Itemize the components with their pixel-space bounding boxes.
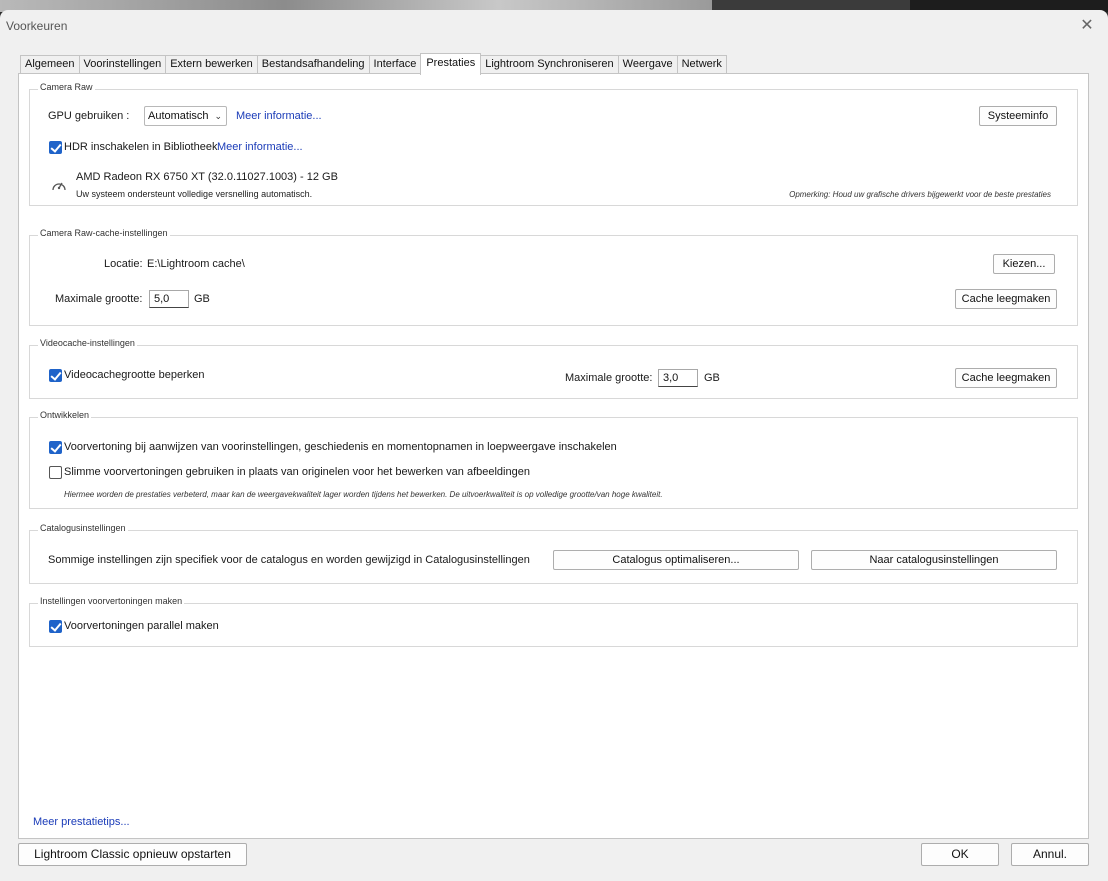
video-size-unit: GB xyxy=(704,372,720,384)
parallel-previews-label: Voorvertoningen parallel maken xyxy=(64,620,219,632)
video-purge-cache-button[interactable]: Cache leegmaken xyxy=(955,368,1057,388)
performance-tips-link[interactable]: Meer prestatietips... xyxy=(33,816,130,828)
catalog-description: Sommige instellingen zijn specifiek voor… xyxy=(48,554,530,566)
video-cache-title: Videocache-instellingen xyxy=(38,338,137,348)
driver-note: Opmerking: Houd uw grafische drivers bij… xyxy=(789,190,1051,199)
raw-cache-group: Camera Raw-cache-instellingen Locatie: E… xyxy=(29,228,1078,326)
raw-cache-title: Camera Raw-cache-instellingen xyxy=(38,228,170,238)
video-max-size-input[interactable]: 3,0 xyxy=(658,369,698,387)
hdr-info-link[interactable]: Meer informatie... xyxy=(217,141,303,153)
catalog-settings-button[interactable]: Naar catalogusinstellingen xyxy=(811,550,1057,570)
raw-purge-cache-button[interactable]: Cache leegmaken xyxy=(955,289,1057,309)
raw-max-size-input[interactable]: 5,0 xyxy=(149,290,189,308)
hover-preview-label: Voorvertoning bij aanwijzen van voorinst… xyxy=(64,441,617,453)
ok-button[interactable]: OK xyxy=(921,843,999,866)
performance-panel: Camera Raw GPU gebruiken : Automatisch ⌄… xyxy=(18,73,1089,839)
video-limit-label: Videocachegrootte beperken xyxy=(64,369,205,381)
location-value: E:\Lightroom cache\ xyxy=(147,258,245,270)
smart-previews-note: Hiermee worden de prestaties verbeterd, … xyxy=(64,490,663,499)
hdr-checkbox[interactable] xyxy=(49,141,62,154)
tab-lightroom-synchroniseren[interactable]: Lightroom Synchroniseren xyxy=(480,55,619,74)
gauge-icon xyxy=(52,182,66,191)
tab-weergave[interactable]: Weergave xyxy=(617,55,678,74)
choose-location-button[interactable]: Kiezen... xyxy=(993,254,1055,274)
tab-interface[interactable]: Interface xyxy=(368,55,422,74)
gpu-label: GPU gebruiken : xyxy=(48,110,130,122)
video-max-size-label: Maximale grootte: xyxy=(565,372,653,384)
catalog-title: Catalogusinstellingen xyxy=(38,523,128,533)
camera-raw-title: Camera Raw xyxy=(38,82,95,92)
close-icon[interactable]: ✕ xyxy=(1074,13,1100,39)
develop-group: Ontwikkelen Voorvertoning bij aanwijzen … xyxy=(29,410,1078,509)
raw-size-unit: GB xyxy=(194,293,210,305)
hover-preview-checkbox[interactable] xyxy=(49,441,62,454)
tab-extern-bewerken[interactable]: Extern bewerken xyxy=(165,55,258,74)
optimize-catalog-button[interactable]: Catalogus optimaliseren... xyxy=(553,550,799,570)
previews-title: Instellingen voorvertoningen maken xyxy=(38,596,185,606)
camera-raw-group: Camera Raw GPU gebruiken : Automatisch ⌄… xyxy=(29,82,1078,206)
location-label: Locatie: xyxy=(104,258,143,270)
raw-max-size-label: Maximale grootte: xyxy=(55,293,143,305)
video-limit-checkbox[interactable] xyxy=(49,369,62,382)
tab-voorinstellingen[interactable]: Voorinstellingen xyxy=(78,55,167,74)
smart-previews-label: Slimme voorvertoningen gebruiken in plaa… xyxy=(64,466,530,478)
gpu-select[interactable]: Automatisch ⌄ xyxy=(144,106,227,126)
cancel-button[interactable]: Annul. xyxy=(1011,843,1089,866)
gpu-status: Uw systeem ondersteunt volledige versnel… xyxy=(76,189,313,199)
chevron-down-icon: ⌄ xyxy=(214,111,222,121)
tab-algemeen[interactable]: Algemeen xyxy=(20,55,80,74)
hdr-label: HDR inschakelen in Bibliotheek xyxy=(64,141,218,153)
tab-netwerk[interactable]: Netwerk xyxy=(676,55,727,74)
restart-lightroom-button[interactable]: Lightroom Classic opnieuw opstarten xyxy=(18,843,247,866)
system-info-button[interactable]: Systeeminfo xyxy=(979,106,1057,126)
parallel-previews-checkbox[interactable] xyxy=(49,620,62,633)
gpu-select-value: Automatisch xyxy=(148,110,209,122)
smart-previews-checkbox[interactable] xyxy=(49,466,62,479)
tab-prestaties[interactable]: Prestaties xyxy=(420,53,482,75)
window-title: Voorkeuren xyxy=(6,19,68,33)
gpu-info-link[interactable]: Meer informatie... xyxy=(236,110,322,122)
develop-title: Ontwikkelen xyxy=(38,410,92,420)
preferences-window: Voorkeuren ✕ Algemeen Voorinstellingen E… xyxy=(0,10,1108,881)
video-cache-group: Videocache-instellingen Videocachegroott… xyxy=(29,338,1078,399)
tab-bar: Algemeen Voorinstellingen Extern bewerke… xyxy=(20,53,727,75)
gpu-name: AMD Radeon RX 6750 XT (32.0.11027.1003) … xyxy=(76,171,338,183)
previews-group: Instellingen voorvertoningen maken Voorv… xyxy=(29,596,1078,647)
catalog-group: Catalogusinstellingen Sommige instelling… xyxy=(29,523,1078,584)
tab-bestandsafhandeling[interactable]: Bestandsafhandeling xyxy=(256,55,370,74)
